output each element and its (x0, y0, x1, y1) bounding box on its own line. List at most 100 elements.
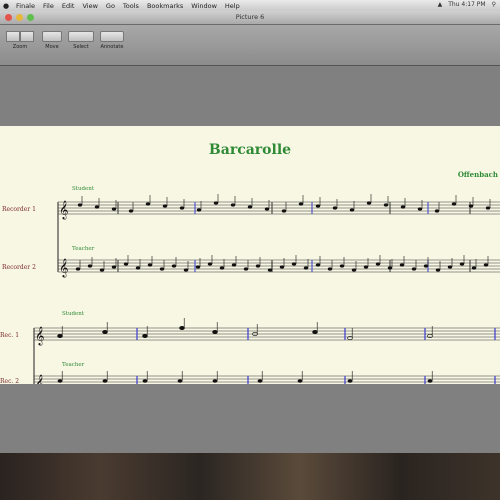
select-button[interactable] (68, 31, 94, 42)
note-head (212, 379, 218, 383)
note-head (102, 329, 108, 335)
note-head (383, 203, 389, 207)
music-notation: 𝄞 𝄞 𝄞 𝄞 (33, 194, 500, 384)
note-head (102, 379, 108, 383)
note-head (411, 267, 417, 271)
system1-staff-2-treble-clef: 𝄞 (59, 258, 68, 278)
note-head (212, 329, 218, 335)
note-head (459, 262, 465, 266)
note-head (267, 268, 273, 272)
note-head (298, 202, 304, 206)
note-head (219, 266, 225, 270)
window-titlebar[interactable]: Picture 6 (0, 11, 500, 25)
menu-item-file[interactable]: File (39, 2, 58, 10)
menu-item-app[interactable]: Finale (12, 2, 39, 10)
note-head (77, 203, 83, 207)
toolbar: Zoom Move Select Annotate (0, 25, 500, 66)
menu-item-view[interactable]: View (78, 2, 101, 10)
menu-item-help[interactable]: Help (221, 2, 244, 10)
note-head (255, 264, 261, 268)
desktop-background (0, 453, 500, 500)
zoom-in-button[interactable] (20, 31, 34, 42)
zoom-label: Zoom (12, 44, 28, 50)
clock[interactable]: Thu 4:17 PM (448, 1, 485, 8)
select-label: Select (73, 44, 89, 50)
note-head (339, 264, 345, 268)
note-head (243, 267, 249, 271)
annotate-control[interactable]: Annotate (100, 31, 124, 50)
note-head (347, 379, 353, 383)
zoom-control[interactable]: Zoom (6, 31, 34, 50)
note-head (417, 207, 423, 211)
system2-staff-2-treble-clef: 𝄞 (35, 374, 44, 384)
note-head (128, 209, 134, 213)
menu-item-window[interactable]: Window (187, 2, 221, 10)
note-head (111, 207, 117, 211)
note-head (135, 266, 141, 270)
note-head (171, 264, 177, 268)
note-head (363, 265, 369, 269)
note-head (451, 202, 457, 206)
note-head (75, 267, 81, 271)
note-head (471, 266, 477, 270)
note-head (279, 265, 285, 269)
zoom-out-button[interactable] (6, 31, 20, 42)
note-head (349, 208, 355, 212)
note-head (387, 266, 393, 270)
note-head (468, 204, 474, 208)
select-control[interactable]: Select (68, 31, 94, 50)
note-head (327, 267, 333, 271)
note-head (123, 262, 129, 266)
note-head (399, 263, 405, 267)
note-head (177, 379, 183, 383)
preview-window: Picture 6 Zoom Move Select Annotate Barc… (0, 11, 500, 453)
note-head (179, 206, 185, 210)
window-title: Picture 6 (235, 13, 265, 21)
note-head (213, 201, 219, 205)
note-head (264, 207, 270, 211)
note-head (257, 379, 263, 383)
note-head (332, 206, 338, 210)
document-canvas[interactable]: Barcarolle Offenbach Student Recorder 1 … (0, 66, 500, 453)
system2-staff-1-treble-clef: 𝄞 (35, 326, 44, 346)
note-head (485, 206, 491, 210)
menu-bar: ● Finale File Edit View Go Tools Bookmar… (0, 0, 500, 11)
spotlight-icon[interactable]: ⚲ (492, 1, 496, 8)
note-head (400, 205, 406, 209)
wifi-icon[interactable]: ▲ (438, 1, 443, 8)
note-head (195, 265, 201, 269)
annotate-button[interactable] (100, 31, 124, 42)
note-head (111, 265, 117, 269)
note-head (291, 262, 297, 266)
note-head (162, 204, 168, 208)
note-head (207, 262, 213, 266)
note-head (94, 205, 100, 209)
note-head (142, 333, 148, 339)
menu-item-tools[interactable]: Tools (119, 2, 143, 10)
note-head (247, 205, 253, 209)
menu-item-go[interactable]: Go (102, 2, 119, 10)
note-head (351, 268, 357, 272)
note-head (179, 325, 185, 331)
note-head (281, 209, 287, 213)
note-head (145, 202, 151, 206)
note-head (366, 201, 372, 205)
note-head (87, 264, 93, 268)
note-head (99, 268, 105, 272)
annotate-label: Annotate (100, 44, 124, 50)
note-head (423, 264, 429, 268)
system1-staff-1-treble-clef: 𝄞 (59, 200, 68, 220)
note-head (183, 268, 189, 272)
note-head (312, 329, 318, 335)
menu-item-bookmarks[interactable]: Bookmarks (143, 2, 187, 10)
menu-item-edit[interactable]: Edit (58, 2, 79, 10)
note-head (375, 262, 381, 266)
note-head (427, 379, 433, 383)
move-button[interactable] (42, 31, 62, 42)
note-head (435, 268, 441, 272)
apple-menu-icon[interactable]: ● (0, 2, 12, 10)
note-head (230, 203, 236, 207)
move-control[interactable]: Move (42, 31, 62, 50)
note-head (147, 263, 153, 267)
note-head (57, 379, 63, 383)
